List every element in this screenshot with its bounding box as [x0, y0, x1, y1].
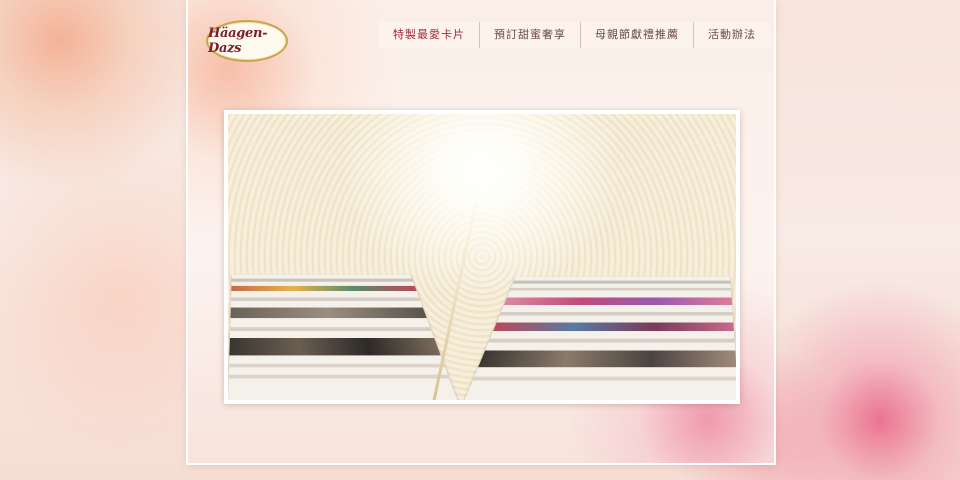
brand-logo[interactable]: Häagen-Dazs	[206, 20, 288, 62]
hero-left-screenshot	[228, 275, 458, 400]
hero-divider	[432, 204, 478, 400]
brand-logo-text: Häagen-Dazs	[208, 26, 286, 56]
hero-image	[228, 114, 736, 400]
top-nav: 特製最愛卡片 預訂甜蜜奢享 母親節獻禮推薦 活動辦法	[379, 22, 770, 48]
nav-item-reserve[interactable]: 預訂甜蜜奢享	[479, 22, 580, 48]
nav-item-mothers-day-gift[interactable]: 母親節獻禮推薦	[580, 22, 693, 48]
site-container: Häagen-Dazs 特製最愛卡片 預訂甜蜜奢享 母親節獻禮推薦 活動辦法	[188, 0, 774, 463]
nav-item-special-card[interactable]: 特製最愛卡片	[379, 22, 479, 48]
hero-right-screenshot	[463, 277, 736, 400]
hero-banner[interactable]	[224, 110, 740, 404]
nav-item-event-rules[interactable]: 活動辦法	[693, 22, 770, 48]
